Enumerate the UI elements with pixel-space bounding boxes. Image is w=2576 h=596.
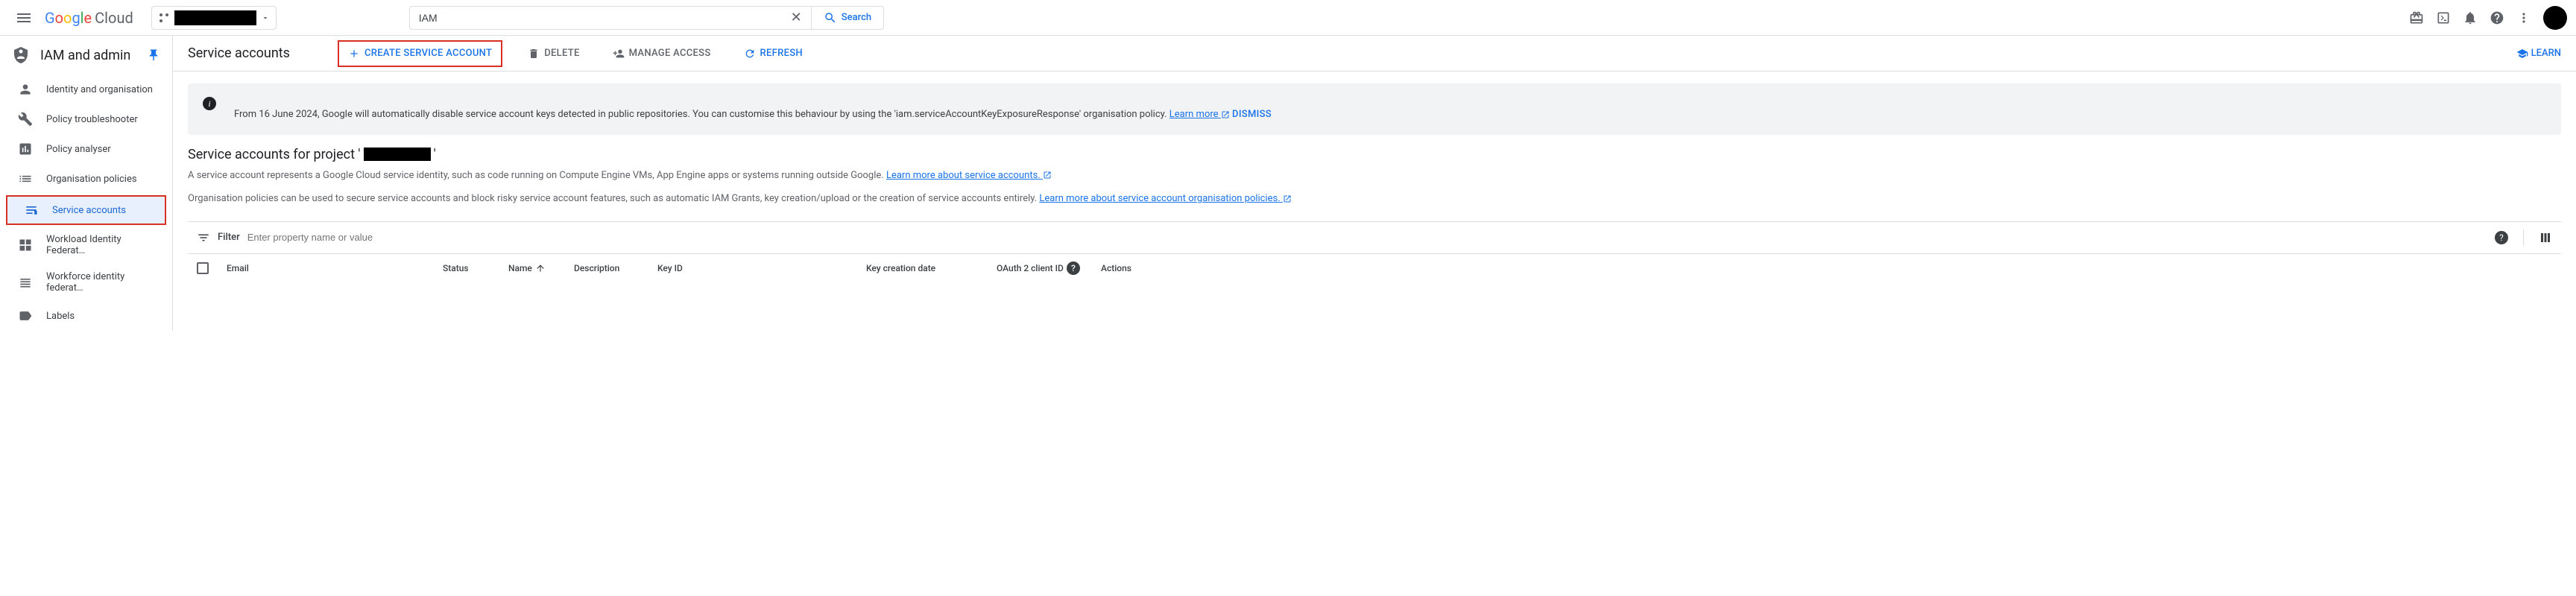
oauth-help-icon[interactable]: ? [1067,261,1080,275]
help-icon[interactable] [2490,10,2504,25]
hamburger-menu[interactable] [9,3,39,33]
sidebar-item-labels[interactable]: Labels [0,301,172,331]
cloud-shell-icon[interactable] [2436,10,2451,25]
columns-icon[interactable] [2539,231,2552,244]
delete-button[interactable]: DELETE [520,43,587,64]
info-icon: i [203,97,216,110]
chevron-down-icon [261,13,270,22]
table-header: Email Status Name Description Key ID Key… [188,254,2561,282]
sidebar-item-identity[interactable]: Identity and organisation [0,74,172,104]
learn-button[interactable]: LEARN [2516,48,2561,60]
sidebar-item-label: Service accounts [52,205,126,216]
sidebar-item-org-policies[interactable]: Organisation policies [0,164,172,194]
notifications-icon[interactable] [2463,10,2478,25]
sidebar-item-label: Policy troubleshooter [46,114,138,125]
page-title: Service accounts [188,45,290,61]
refresh-button-label: REFRESH [760,48,803,59]
manage-access-button[interactable]: MANAGE ACCESS [605,43,719,64]
th-keydate[interactable]: Key creation date [866,263,997,273]
project-icon [158,12,170,24]
description-2: Organisation policies can be used to sec… [188,191,2561,206]
service-account-icon [24,203,39,218]
more-icon[interactable] [2516,10,2531,25]
list-icon [18,171,33,186]
sidebar-item-service-accounts[interactable]: Service accounts [6,195,166,225]
description-1: A service account represents a Google Cl… [188,168,2561,183]
search-button[interactable]: Search [812,6,884,30]
th-keyid[interactable]: Key ID [657,263,866,273]
manage-button-label: MANAGE ACCESS [629,48,711,59]
notice-learn-more-link[interactable]: Learn more [1169,109,1230,120]
project-name-redacted [364,148,431,161]
person-icon [18,82,33,97]
pin-icon[interactable] [147,48,160,62]
workload-icon [18,238,33,253]
external-link-icon [1283,194,1292,203]
th-name[interactable]: Name [508,263,574,273]
th-description[interactable]: Description [574,263,657,273]
dismiss-button[interactable]: DISMISS [1232,107,1272,123]
cloud-text: Cloud [95,9,133,27]
th-status[interactable]: Status [443,263,508,273]
search-icon [824,11,837,25]
workforce-icon [18,275,33,290]
sidebar-item-label: Identity and organisation [46,84,153,95]
iam-shield-icon [12,46,30,64]
learn-more-accounts-link[interactable]: Learn more about service accounts. [886,170,1052,181]
sidebar-item-analyser[interactable]: Policy analyser [0,134,172,164]
sidebar-title: IAM and admin [40,48,136,63]
external-link-icon [1043,171,1052,180]
trash-icon [528,48,540,60]
sidebar-item-label: Workload Identity Federat… [46,234,160,256]
th-oauth[interactable]: OAuth 2 client ID ? [997,261,1101,275]
project-selector[interactable] [151,6,277,30]
project-name-redacted [174,10,256,25]
th-actions[interactable]: Actions [1101,263,1131,273]
refresh-button[interactable]: REFRESH [736,43,810,64]
filter-help-icon[interactable]: ? [2495,231,2508,244]
learn-button-label: LEARN [2531,48,2561,59]
filter-input[interactable] [247,232,2487,243]
refresh-icon [744,48,756,60]
sidebar-item-workforce[interactable]: Workforce identity federat… [0,264,172,301]
create-service-account-button[interactable]: CREATE SERVICE ACCOUNT [338,40,502,67]
plus-icon [348,48,360,60]
create-button-label: CREATE SERVICE ACCOUNT [364,48,492,59]
learn-more-policies-link[interactable]: Learn more about service account organis… [1039,193,1292,204]
external-link-icon [1221,110,1230,119]
search-clear-icon[interactable]: ✕ [791,10,802,25]
wrench-icon [18,112,33,127]
filter-label: Filter [218,232,240,243]
search-box[interactable]: ✕ [409,6,812,30]
gift-icon[interactable] [2409,10,2424,25]
select-all-checkbox[interactable] [197,262,209,274]
filter-icon [197,231,210,244]
person-add-icon [613,48,625,60]
label-icon [18,308,33,323]
divider [2523,229,2524,246]
avatar[interactable] [2543,6,2567,30]
sidebar-item-troubleshooter[interactable]: Policy troubleshooter [0,104,172,134]
section-title: Service accounts for project '' [188,147,2561,162]
search-button-label: Search [842,12,871,23]
notice-banner: i From 16 June 2024, Google will automat… [188,83,2561,135]
notice-text: From 16 June 2024, Google will automatic… [234,109,1169,120]
sidebar-item-label: Policy analyser [46,144,111,155]
delete-button-label: DELETE [544,48,579,59]
learn-icon [2516,48,2528,60]
search-input[interactable] [419,12,791,24]
th-email[interactable]: Email [227,263,443,273]
sidebar-item-label: Organisation policies [46,174,137,185]
sort-asc-icon [535,263,546,273]
sidebar-item-workload[interactable]: Workload Identity Federat… [0,226,172,264]
sidebar-item-label: Labels [46,311,75,322]
policy-icon [18,142,33,156]
google-cloud-logo[interactable]: Google Cloud [45,9,133,27]
sidebar-item-label: Workforce identity federat… [46,271,160,294]
